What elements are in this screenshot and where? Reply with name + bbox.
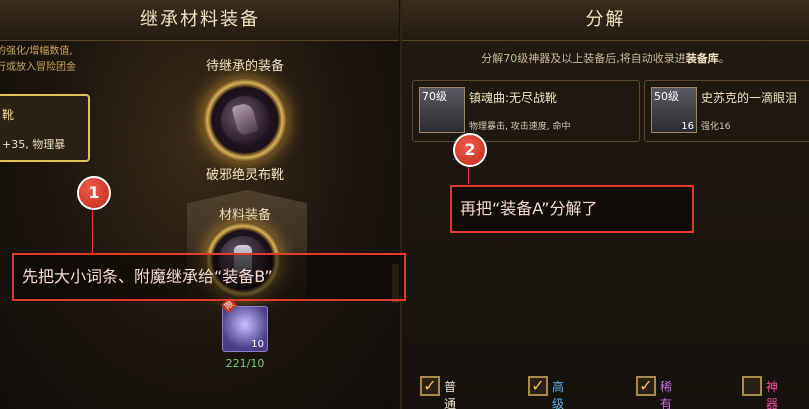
equipment-card[interactable]: 50级 16 史苏克的一滴眼泪 强化16 bbox=[644, 80, 809, 142]
info-suffix: 。 bbox=[718, 52, 730, 65]
material-slot-title: 材料装备 bbox=[218, 208, 271, 223]
equipment-stats: 物理暴击, 攻击速度, 命中 bbox=[469, 122, 571, 132]
inherit-hint-line: 行或放入冒险团金 bbox=[0, 62, 76, 73]
filter-checkbox[interactable]: ✓ bbox=[636, 376, 656, 396]
rarity-filter-bar: ✓ 普通 ✓ 高级 ✓ 稀有 神器 bbox=[402, 372, 809, 409]
equipment-card[interactable]: 70级 镇魂曲:无尽战靴 物理暴击, 攻击速度, 命中 bbox=[412, 80, 640, 142]
callout-text-box: 先把大小词条、附魔继承给“装备B” bbox=[12, 253, 406, 301]
filter-checkbox[interactable] bbox=[742, 376, 762, 396]
disassemble-panel-title: 分解 bbox=[402, 0, 809, 41]
equipment-stats: 强化16 bbox=[701, 122, 731, 132]
equipment-icon: 70级 bbox=[419, 87, 465, 133]
boot-icon bbox=[231, 101, 259, 137]
equipment-name: 镇魂曲:无尽战靴 bbox=[469, 91, 558, 105]
disassemble-info: 分解70级神器及以上装备后,将自动收录进装备库。 bbox=[402, 50, 809, 66]
info-highlight: 装备库 bbox=[685, 52, 719, 65]
selected-item-card[interactable]: 靴 +35, 物理暴 bbox=[0, 94, 90, 162]
crystal-count: 10 bbox=[251, 339, 264, 350]
target-item-name: 破邪绝灵布靴 bbox=[205, 168, 284, 183]
callout-text-box: 再把“装备A”分解了 bbox=[450, 185, 694, 233]
filter-label: 普通 bbox=[444, 380, 457, 409]
equipment-icon: 50级 16 bbox=[651, 87, 697, 133]
filter-checkbox[interactable]: ✓ bbox=[528, 376, 548, 396]
inherit-hint-line: 的强化/增幅数值, bbox=[0, 46, 73, 57]
filter-label: 神器 bbox=[766, 380, 779, 409]
inherit-panel-title: 继承材料装备 bbox=[0, 0, 400, 41]
equipment-level: 50级 bbox=[654, 90, 679, 103]
callout-number: 1 bbox=[77, 176, 111, 210]
target-slot-title: 待继承的装备 bbox=[205, 59, 284, 74]
inherit-hint: 的强化/增幅数值, 行或放入冒险团金 bbox=[0, 44, 116, 76]
callout-connector bbox=[92, 205, 93, 253]
target-equipment-slot[interactable] bbox=[203, 78, 287, 162]
selected-item-stats: +35, 物理暴 bbox=[2, 138, 66, 151]
filter-checkbox[interactable]: ✓ bbox=[420, 376, 440, 396]
equipment-enhance-level: 16 bbox=[681, 121, 694, 132]
equipment-name: 史苏克的一滴眼泪 bbox=[701, 91, 798, 105]
equipment-level: 70级 bbox=[422, 90, 447, 103]
material-count: 221/10 bbox=[225, 357, 265, 370]
selected-item-name: 靴 bbox=[2, 108, 15, 122]
crystal-material-slot[interactable]: 限 10 bbox=[221, 297, 268, 352]
filter-label: 稀有 bbox=[660, 380, 673, 409]
info-text: 分解70级神器及以上装备后,将自动收录进 bbox=[481, 52, 686, 65]
filter-label: 高级 bbox=[552, 380, 565, 409]
inherit-panel: 继承材料装备 的强化/增幅数值, 行或放入冒险团金 靴 +35, 物理暴 待继承… bbox=[0, 0, 400, 409]
callout-number: 2 bbox=[453, 133, 487, 167]
